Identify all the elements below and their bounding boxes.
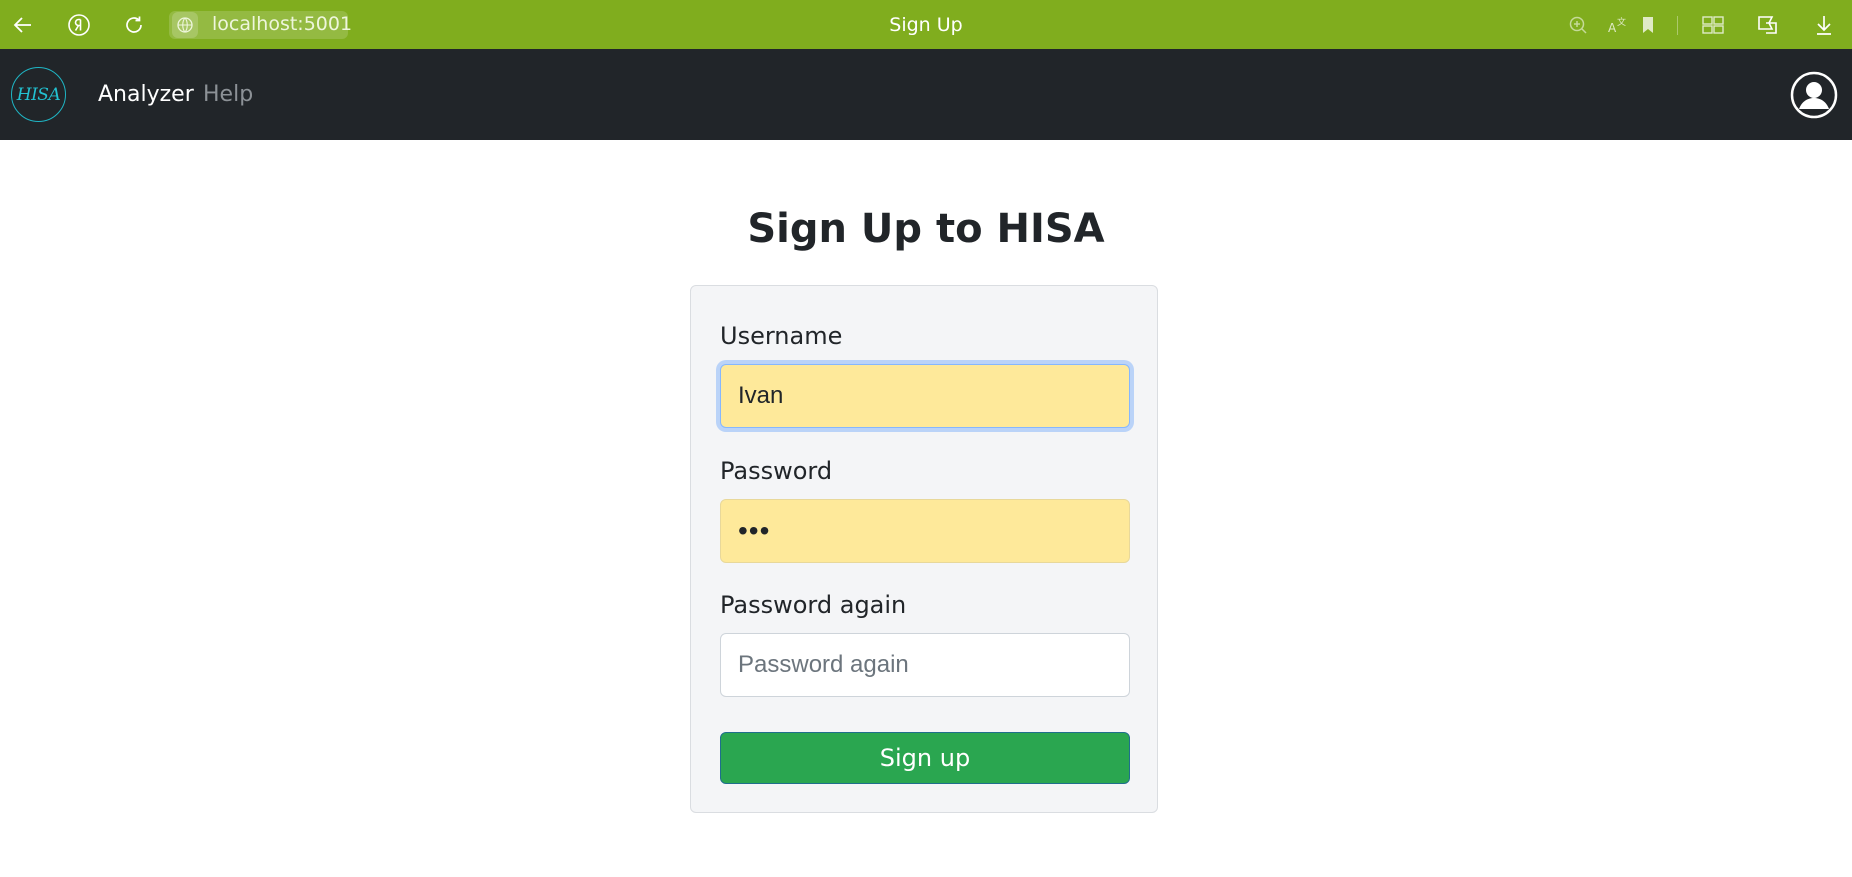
password-label: Password bbox=[720, 457, 833, 485]
nav-link-analyzer[interactable]: Analyzer bbox=[98, 82, 194, 107]
password-again-label: Password again bbox=[720, 591, 907, 619]
download-icon[interactable] bbox=[1809, 10, 1839, 40]
bookmark-icon[interactable] bbox=[1633, 10, 1663, 40]
username-field[interactable] bbox=[720, 364, 1130, 428]
reader-icon[interactable] bbox=[1753, 10, 1783, 40]
extensions-icon[interactable] bbox=[1698, 10, 1728, 40]
reload-icon[interactable] bbox=[119, 10, 149, 40]
signup-button[interactable]: Sign up bbox=[720, 732, 1130, 784]
yandex-icon[interactable] bbox=[64, 10, 94, 40]
browser-toolbar: localhost:5001 Sign Up A文 bbox=[0, 0, 1852, 49]
app-navbar: HISA Analyzer Help bbox=[0, 49, 1852, 140]
password-again-field[interactable] bbox=[720, 633, 1130, 697]
nav-link-help[interactable]: Help bbox=[203, 82, 253, 107]
page-title: Sign Up to HISA bbox=[747, 206, 1105, 252]
svg-text:文: 文 bbox=[1617, 16, 1626, 28]
site-info-icon[interactable] bbox=[172, 12, 198, 38]
toolbar-divider bbox=[1677, 16, 1678, 35]
signup-form: Username Password ••• Password again Sig… bbox=[690, 285, 1158, 813]
password-mask: ••• bbox=[738, 515, 771, 546]
user-circle-icon[interactable] bbox=[1790, 71, 1838, 119]
svg-text:A: A bbox=[1608, 21, 1617, 35]
username-label: Username bbox=[720, 322, 843, 350]
zoom-icon[interactable] bbox=[1563, 10, 1593, 40]
password-field[interactable]: ••• bbox=[720, 499, 1130, 563]
back-arrow-icon[interactable] bbox=[8, 10, 38, 40]
tab-title: Sign Up bbox=[889, 14, 963, 36]
translate-icon[interactable]: A文 bbox=[1603, 10, 1633, 40]
hisa-logo[interactable]: HISA bbox=[11, 67, 66, 122]
address-url[interactable]: localhost:5001 bbox=[212, 13, 352, 35]
